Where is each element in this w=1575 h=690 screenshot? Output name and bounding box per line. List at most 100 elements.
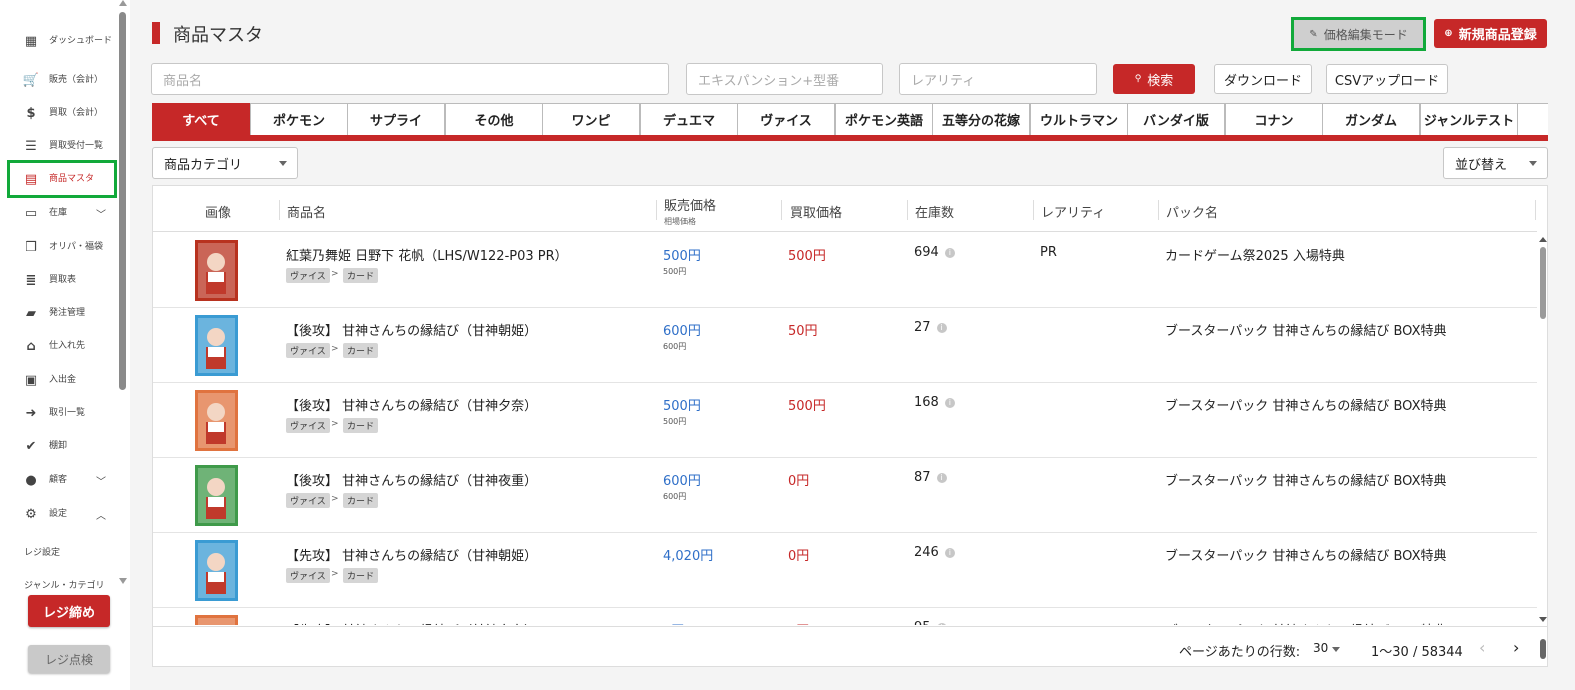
- sidebar-item-label: 販売（会計）: [49, 74, 104, 85]
- genre-tab[interactable]: ポケモン: [250, 103, 348, 135]
- genre-tab-overflow[interactable]: [1517, 103, 1548, 135]
- caret-down-icon[interactable]: [1332, 647, 1340, 652]
- table-row[interactable]: 【先攻】 甘神さんちの縁結び（甘神朝姫） ヴァイス > カード 4,020円 0円 246 i…: [153, 533, 1537, 608]
- card-thumbnail: [195, 315, 238, 376]
- sidebar-item[interactable]: 🛒 販売（会計）: [10, 63, 114, 97]
- sidebar-item-label: 設定: [49, 508, 68, 519]
- footer-scrollbar[interactable]: [1537, 633, 1547, 666]
- genre-tab[interactable]: デュエマ: [640, 103, 738, 135]
- product-name[interactable]: 【先攻】 甘神さんちの縁結び（甘神夕奈）: [286, 620, 537, 625]
- scroll-down-icon[interactable]: [119, 578, 127, 584]
- info-icon[interactable]: i: [936, 322, 947, 333]
- sidebar-item[interactable]: $ 買取（会計）: [10, 96, 114, 130]
- category-select[interactable]: 商品カテゴリ: [152, 147, 298, 179]
- rarity-input[interactable]: レアリティ: [899, 63, 1097, 95]
- caret-down-icon: [1529, 161, 1537, 166]
- genre-tab[interactable]: ガンダム: [1322, 103, 1420, 135]
- table-row[interactable]: 【後攻】 甘神さんちの縁結び（甘神夕奈） ヴァイス > カード 500円 500円 500円…: [153, 383, 1537, 458]
- table-row[interactable]: 【先攻】 甘神さんちの縁結び（甘神夕奈）ヴァイス>カード0円0円95iブースター…: [153, 608, 1537, 625]
- genre-tag: ヴァイス: [286, 418, 330, 433]
- pack-name: ブースターパック 甘神さんちの縁結び BOX特典: [1165, 620, 1446, 625]
- register-check-button[interactable]: レジ点検: [28, 645, 110, 673]
- info-icon[interactable]: i: [944, 247, 955, 258]
- cart-icon: 🛒: [22, 72, 40, 88]
- sell-price: 600円: [663, 474, 701, 489]
- new-product-button[interactable]: ⊕ 新規商品登録: [1434, 19, 1547, 48]
- table-row[interactable]: 紅葉乃舞姫 日野下 花帆（LHS/W122-P03 PR） ヴァイス > カード 500…: [153, 233, 1537, 308]
- search-button[interactable]: ⚲ 検索: [1113, 64, 1195, 94]
- product-name[interactable]: 【後攻】 甘神さんちの縁結び（甘神夕奈）: [286, 395, 537, 414]
- sort-select[interactable]: 並び替え: [1443, 147, 1548, 179]
- info-icon[interactable]: i: [936, 622, 947, 625]
- genre-tab[interactable]: ポケモン英語: [835, 103, 933, 135]
- genre-tab[interactable]: すべて: [152, 103, 250, 135]
- genre-tag: ヴァイス: [286, 343, 330, 358]
- price-edit-mode-button[interactable]: ✎ 価格編集モード: [1291, 17, 1426, 51]
- breadcrumb-separator: >: [331, 269, 339, 279]
- genre-tab[interactable]: ワンピ: [542, 103, 640, 135]
- product-name[interactable]: 【後攻】 甘神さんちの縁結び（甘神朝姫）: [286, 320, 537, 339]
- sidebar-item[interactable]: ⚙ 設定 ︿: [10, 497, 114, 531]
- buy-price: 500円: [788, 399, 826, 414]
- sidebar-item[interactable]: ▣ 入出金: [10, 363, 114, 397]
- info-icon[interactable]: i: [944, 547, 955, 558]
- genre-tab[interactable]: バンダイ版: [1127, 103, 1225, 135]
- sell-price: 500円: [663, 249, 701, 264]
- info-icon[interactable]: i: [944, 397, 955, 408]
- product-name[interactable]: 【後攻】 甘神さんちの縁結び（甘神夜重）: [286, 470, 537, 489]
- table-row[interactable]: 【後攻】 甘神さんちの縁結び（甘神夜重） ヴァイス > カード 600円 600円 0円 87…: [153, 458, 1537, 533]
- sidebar-item[interactable]: ⌂ 仕入れ先: [10, 329, 114, 363]
- prev-page-icon[interactable]: ‹: [1479, 638, 1485, 657]
- genre-tab[interactable]: ジャンルテスト: [1420, 103, 1518, 135]
- store-icon: ▤: [24, 171, 38, 187]
- sidebar-item[interactable]: ▤ 商品マスタ: [7, 160, 117, 198]
- product-name[interactable]: 紅葉乃舞姫 日野下 花帆（LHS/W122-P03 PR）: [286, 245, 568, 264]
- product-name-input[interactable]: 商品名: [151, 63, 669, 95]
- sidebar-subitem[interactable]: レジ設定: [24, 545, 60, 558]
- sidebar-item[interactable]: ☰ 買取受付一覧: [10, 129, 114, 163]
- genre-tab[interactable]: ヴァイス: [737, 103, 835, 135]
- scroll-thumb[interactable]: [1540, 639, 1546, 659]
- sidebar-scrollbar[interactable]: [118, 0, 128, 590]
- download-button[interactable]: ダウンロード: [1214, 64, 1312, 94]
- register-close-button[interactable]: レジ締め: [28, 595, 110, 627]
- sidebar-item[interactable]: ● 顧客 ﹀: [10, 463, 114, 497]
- csv-upload-button[interactable]: CSVアップロード: [1326, 64, 1448, 94]
- transfer-icon: ➜: [25, 405, 37, 421]
- table-scrollbar[interactable]: [1537, 233, 1547, 625]
- scroll-down-icon[interactable]: [1539, 617, 1547, 622]
- sidebar-item-label: 買取表: [49, 274, 77, 285]
- table-row[interactable]: 【後攻】 甘神さんちの縁結び（甘神朝姫） ヴァイス > カード 600円 600円 50円 2…: [153, 308, 1537, 383]
- sell-price: 600円: [663, 324, 701, 339]
- genre-tab[interactable]: コナン: [1225, 103, 1323, 135]
- sidebar-item[interactable]: ▭ 在庫 ﹀: [10, 196, 114, 230]
- sidebar-item[interactable]: ▦ ダッシュボード: [10, 24, 114, 58]
- scroll-up-icon[interactable]: [119, 0, 127, 6]
- product-name[interactable]: 【先攻】 甘神さんちの縁結び（甘神朝姫）: [286, 545, 537, 564]
- genre-tab[interactable]: ウルトラマン: [1030, 103, 1128, 135]
- sidebar-item[interactable]: ❒ オリパ・福袋: [10, 230, 114, 264]
- chevron-down-icon[interactable]: ﹀: [96, 206, 108, 221]
- genre-tab[interactable]: 五等分の花嫁: [932, 103, 1030, 135]
- next-page-icon[interactable]: ›: [1513, 638, 1519, 657]
- chevron-down-icon[interactable]: ﹀: [96, 473, 108, 488]
- sidebar-item[interactable]: ✔ 棚卸: [10, 429, 114, 463]
- sell-price: 0円: [663, 620, 684, 625]
- sidebar-item[interactable]: ≣ 買取表: [10, 263, 114, 297]
- scroll-thumb[interactable]: [1540, 247, 1546, 319]
- genre-tab[interactable]: サプライ: [347, 103, 445, 135]
- sidebar-item[interactable]: ➜ 取引一覧: [10, 396, 114, 430]
- scroll-thumb[interactable]: [119, 12, 126, 390]
- scroll-up-icon[interactable]: [1539, 237, 1547, 242]
- sidebar-item[interactable]: ▰ 発注管理: [10, 296, 114, 330]
- chevron-up-icon[interactable]: ︿: [96, 507, 108, 522]
- market-price: 500円: [663, 267, 687, 276]
- rows-per-page-select[interactable]: 30: [1313, 641, 1328, 655]
- gear-icon: ⚙: [25, 506, 37, 522]
- stock-count: 87 i: [914, 470, 947, 485]
- info-icon[interactable]: i: [936, 472, 947, 483]
- expansion-input[interactable]: エキスパンション+型番: [686, 63, 883, 95]
- market-price: 500円: [663, 417, 687, 426]
- genre-tab[interactable]: その他: [445, 103, 543, 135]
- sidebar-subitem[interactable]: ジャンル・カテゴリ: [24, 578, 105, 591]
